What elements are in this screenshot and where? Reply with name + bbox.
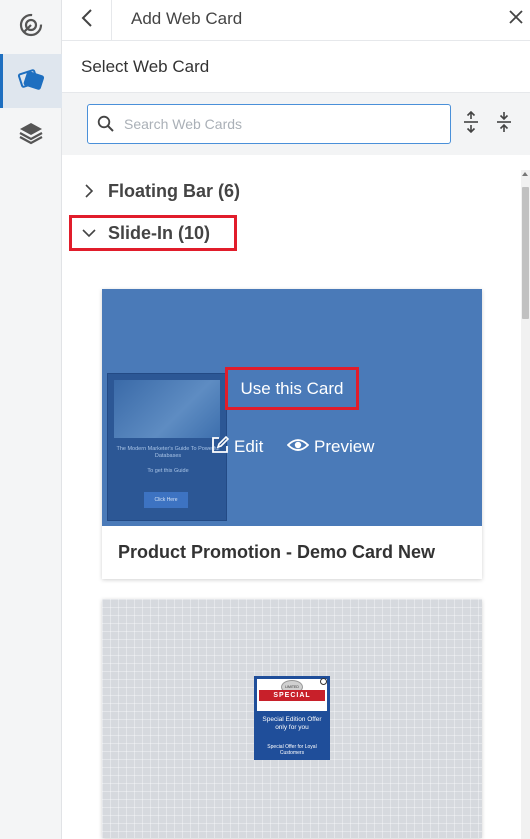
card-thumbnail: The Modern Marketer's Guide To Powerful …: [102, 289, 482, 526]
search-input[interactable]: [124, 113, 444, 135]
preview-button: Click Here: [144, 492, 188, 508]
panel-title: Add Web Card: [131, 9, 243, 28]
edit-button[interactable]: Edit: [211, 435, 263, 459]
preview-link-button[interactable]: Preview: [286, 435, 375, 459]
special-ribbon: SPECIAL: [259, 690, 325, 701]
expand-all-button[interactable]: [460, 110, 482, 138]
preview-label: Preview: [314, 437, 375, 456]
chevron-left-icon: [80, 8, 94, 33]
preview-subtext: Special Offer for Loyal Customers: [267, 744, 317, 756]
web-card-list: Floating Bar (6) Slide-In (10) The Moder…: [62, 156, 530, 839]
group-label: Floating Bar (6): [108, 180, 241, 201]
mini-preview: LIMITED EDITION SPECIAL Special Edition …: [254, 676, 330, 760]
search-bar: [62, 92, 530, 155]
left-rail: [0, 0, 62, 839]
scroll-up-arrow-icon[interactable]: [522, 172, 528, 176]
card-title: Product Promotion - Demo Card New: [118, 542, 436, 562]
group-label: Slide-In (10): [108, 222, 211, 243]
rail-item-engage[interactable]: [0, 0, 62, 54]
close-button[interactable]: [506, 9, 526, 29]
collapse-icon: [496, 111, 512, 138]
panel-header: Add Web Card: [62, 0, 530, 41]
collapse-all-button[interactable]: [493, 111, 515, 137]
list-scrollbar[interactable]: [521, 170, 530, 839]
chevron-down-icon: [80, 224, 98, 242]
preview-image: [114, 380, 220, 438]
preview-subtext: To get this Guide: [147, 468, 189, 474]
preview-text: Special Edition Offer only for you: [262, 716, 322, 731]
web-card-product-promotion[interactable]: The Modern Marketer's Guide To Powerful …: [102, 289, 482, 579]
preview-text: The Modern Marketer's Guide To Powerful …: [116, 446, 220, 459]
web-card-special-offer[interactable]: LIMITED EDITION SPECIAL Special Edition …: [102, 599, 482, 838]
card-thumbnail: LIMITED EDITION SPECIAL Special Edition …: [102, 599, 482, 838]
close-icon: [320, 678, 327, 685]
eye-icon: [286, 437, 314, 458]
expand-icon: [463, 110, 479, 138]
rail-item-layers[interactable]: [0, 108, 62, 162]
chevron-right-icon: [80, 182, 98, 200]
scroll-thumb[interactable]: [522, 187, 529, 319]
search-icon: [97, 115, 115, 133]
mini-preview: The Modern Marketer's Guide To Powerful …: [107, 373, 227, 521]
close-icon: [509, 9, 523, 29]
back-button[interactable]: [62, 0, 112, 40]
group-slide-in[interactable]: Slide-In (10): [69, 215, 237, 251]
use-this-card-button[interactable]: Use this Card: [225, 367, 359, 410]
group-floating-bar[interactable]: Floating Bar (6): [76, 173, 240, 209]
edit-label: Edit: [234, 437, 264, 456]
search-box[interactable]: [87, 104, 451, 144]
target-refresh-icon: [18, 12, 44, 43]
add-web-card-panel: Add Web Card Select Web Card Search Web …: [62, 0, 530, 839]
section-title: Select Web Card: [81, 57, 210, 76]
edit-icon: [211, 435, 234, 459]
layers-icon: [18, 120, 44, 151]
web-card-icon: [17, 67, 45, 96]
rail-item-web-cards[interactable]: [0, 54, 62, 108]
